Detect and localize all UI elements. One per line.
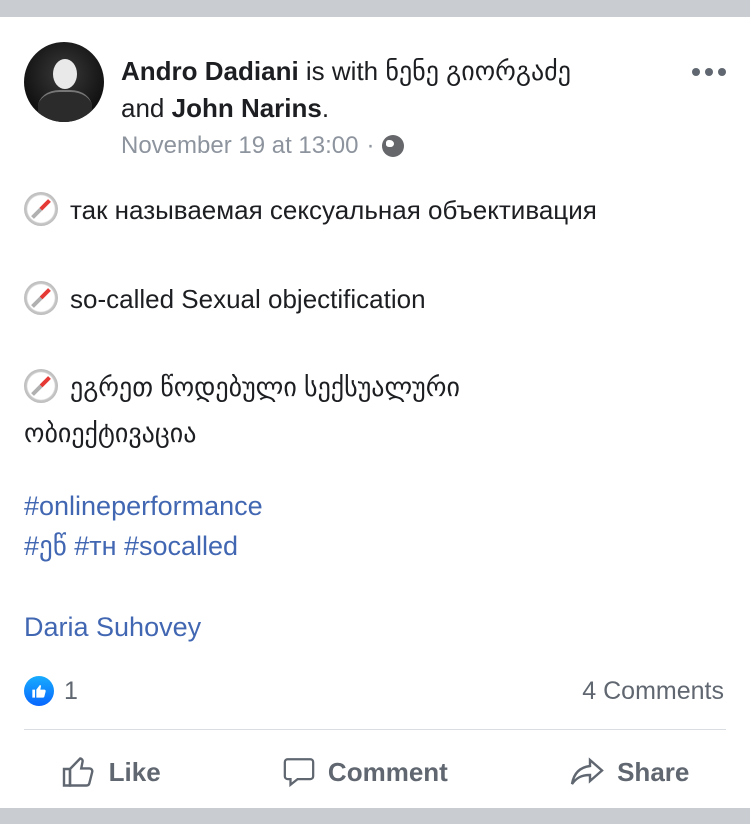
post-card: Andro Dadiani is with ნენე გიორგაძე and … — [0, 17, 750, 808]
tagged-people[interactable]: Daria Suhovey — [24, 612, 201, 643]
post-header: Andro Dadiani is with ნენე გიორგაძე and … — [121, 53, 661, 127]
post-line-ka: ეგრეთ წოდებული სექსუალური — [24, 369, 460, 403]
thumbs-up-icon — [62, 757, 94, 787]
like-summary[interactable]: 1 — [24, 676, 78, 706]
avatar[interactable] — [24, 42, 104, 122]
post-meta: November 19 at 13:00 · — [121, 132, 405, 160]
share-icon — [570, 757, 604, 785]
like-count: 1 — [64, 676, 78, 705]
compass-icon — [24, 281, 58, 315]
like-label: Like — [108, 756, 161, 787]
like-button[interactable]: Like — [61, 754, 161, 790]
divider — [24, 729, 726, 730]
meta-separator: · — [366, 132, 375, 159]
compass-icon — [24, 192, 58, 226]
post-line-ka-2: ობიექტივაცია — [24, 418, 197, 448]
comment-label: Comment — [327, 756, 448, 787]
globe-icon — [382, 135, 405, 157]
share-label: Share — [617, 756, 690, 787]
hashtags: #onlineperformance #ეწ #тн #socalled — [24, 491, 263, 571]
share-button[interactable]: Share — [569, 754, 689, 790]
comment-icon — [283, 758, 315, 788]
and-text: and — [121, 93, 172, 123]
post-line-en: so-called Sexual objectification — [24, 281, 426, 315]
author-name[interactable]: Andro Dadiani — [121, 56, 299, 86]
tagged-user-2[interactable]: John Narins — [172, 93, 322, 123]
like-badge-icon — [24, 676, 54, 706]
header-period: . — [321, 93, 330, 123]
reactions-row: 1 4 Comments — [24, 675, 724, 707]
more-icon[interactable] — [692, 68, 726, 76]
comments-count[interactable]: 4 Comments — [582, 677, 724, 706]
compass-icon — [24, 369, 58, 403]
avatar-body — [38, 90, 92, 122]
hashtag-line-2[interactable]: #ეწ #тн #socalled — [24, 531, 263, 571]
comment-button[interactable]: Comment — [282, 755, 448, 789]
action-bar: Like Comment Share — [0, 747, 750, 797]
tagged-user-1[interactable]: ნენე გიორგაძე — [385, 56, 571, 86]
post-timestamp[interactable]: November 19 at 13:00 — [121, 132, 358, 160]
hashtag-line-1[interactable]: #onlineperformance — [24, 491, 263, 531]
avatar-face — [53, 59, 77, 89]
with-text: is with — [298, 56, 386, 86]
post-line-ru: так называемая сексуальная объективация — [24, 192, 597, 226]
